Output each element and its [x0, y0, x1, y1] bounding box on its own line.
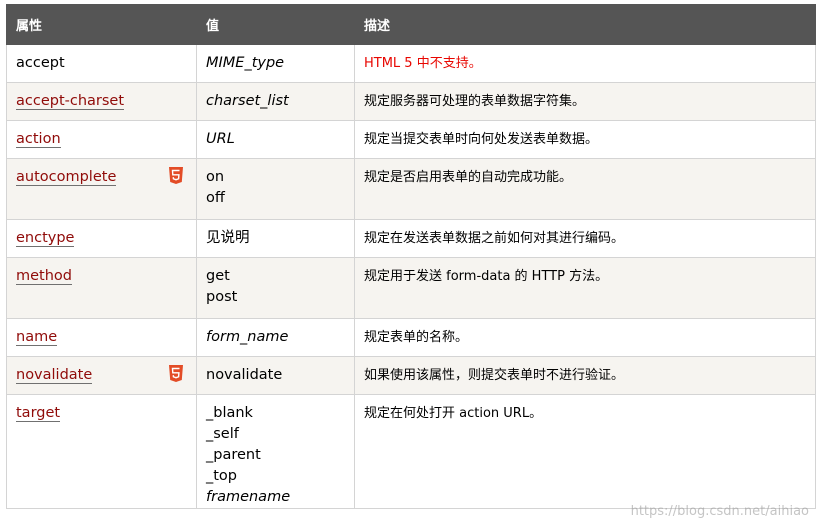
- attribute-link-target[interactable]: target: [16, 405, 61, 422]
- attribute-link-action[interactable]: action: [16, 131, 61, 148]
- attribute-link-autocomplete[interactable]: autocomplete: [16, 169, 117, 186]
- attribute-link-method[interactable]: method: [16, 268, 72, 285]
- attribute-link-novalidate[interactable]: novalidate: [16, 367, 93, 384]
- header-attribute: 属性: [6, 4, 197, 45]
- attribute-table-container: 属性 值 描述 accept MIME_type HTML 5 中不支持。 accep…: [6, 4, 816, 509]
- description-text: 规定当提交表单时向何处发送表单数据。: [364, 132, 599, 147]
- description-cell: 规定当提交表单时向何处发送表单数据。: [354, 120, 816, 159]
- value-cell: 见说明: [196, 219, 355, 258]
- html5-badge-icon: [169, 167, 183, 184]
- value-cell: charset_list: [196, 82, 355, 121]
- value-text: post: [206, 289, 238, 305]
- attribute-name-accept: accept: [16, 55, 65, 71]
- description-text: 规定用于发送 form-data 的 HTTP 方法。: [364, 269, 609, 284]
- description-cell: 规定用于发送 form-data 的 HTTP 方法。: [354, 257, 816, 319]
- table-row: autocomplete on off 规定是否启用表单的自动完成功能。: [6, 158, 816, 220]
- value-text: get: [206, 268, 230, 284]
- value-cell: form_name: [196, 318, 355, 357]
- value-text: _blank: [206, 405, 253, 421]
- value-text: framename: [206, 489, 291, 505]
- table-row: enctype 见说明 规定在发送表单数据之前如何对其进行编码。: [6, 219, 816, 258]
- description-text: HTML 5 中不支持。: [364, 56, 482, 71]
- attribute-cell: accept: [6, 44, 197, 83]
- attribute-cell: name: [6, 318, 197, 357]
- description-cell: HTML 5 中不支持。: [354, 44, 816, 83]
- table-row: novalidate novalidate 如果使用该属性，则提交表单时不进行验证。: [6, 356, 816, 395]
- value-text: charset_list: [206, 93, 289, 109]
- attribute-cell: action: [6, 120, 197, 159]
- value-text: _top: [206, 468, 238, 484]
- attribute-cell: enctype: [6, 219, 197, 258]
- attribute-cell: accept-charset: [6, 82, 197, 121]
- value-text: on: [206, 169, 225, 185]
- description-text: 规定表单的名称。: [364, 330, 469, 345]
- table-row: accept-charset charset_list 规定服务器可处理的表单数据字…: [6, 82, 816, 121]
- attribute-link-enctype[interactable]: enctype: [16, 230, 75, 247]
- value-cell: novalidate: [196, 356, 355, 395]
- description-text: 规定在发送表单数据之前如何对其进行编码。: [364, 231, 625, 246]
- table-row: target _blank _self _parent _top framename 规定在…: [6, 394, 816, 509]
- description-cell: 规定表单的名称。: [354, 318, 816, 357]
- description-text: 如果使用该属性，则提交表单时不进行验证。: [364, 368, 625, 383]
- value-cell: _blank _self _parent _top framename: [196, 394, 355, 509]
- description-cell: 规定服务器可处理的表单数据字符集。: [354, 82, 816, 121]
- table-row: accept MIME_type HTML 5 中不支持。: [6, 44, 816, 83]
- value-cell: MIME_type: [196, 44, 355, 83]
- attribute-cell: novalidate: [6, 356, 197, 395]
- watermark: https://blog.csdn.net/aihiao: [630, 504, 809, 519]
- header-description: 描述: [354, 4, 816, 45]
- description-text: 规定在何处打开 action URL。: [364, 406, 543, 421]
- attribute-cell: target: [6, 394, 197, 509]
- value-text: form_name: [206, 329, 289, 345]
- value-cell: on off: [196, 158, 355, 220]
- description-text: 规定是否启用表单的自动完成功能。: [364, 170, 573, 185]
- attribute-cell: method: [6, 257, 197, 319]
- value-text: 见说明: [206, 230, 250, 246]
- value-text: novalidate: [206, 367, 283, 383]
- html5-badge-icon: [169, 365, 183, 382]
- value-text: URL: [206, 131, 235, 147]
- description-cell: 规定在发送表单数据之前如何对其进行编码。: [354, 219, 816, 258]
- attribute-cell: autocomplete: [6, 158, 197, 220]
- attribute-link-name[interactable]: name: [16, 329, 58, 346]
- description-text: 规定服务器可处理的表单数据字符集。: [364, 94, 586, 109]
- value-text: _parent: [206, 447, 261, 463]
- table-row: action URL 规定当提交表单时向何处发送表单数据。: [6, 120, 816, 159]
- value-text: _self: [206, 426, 239, 442]
- value-cell: get post: [196, 257, 355, 319]
- table-row: name form_name 规定表单的名称。: [6, 318, 816, 357]
- header-value: 值: [196, 4, 355, 45]
- table-header-row: 属性 值 描述: [6, 4, 816, 45]
- description-cell: 规定是否启用表单的自动完成功能。: [354, 158, 816, 220]
- description-cell: 规定在何处打开 action URL。: [354, 394, 816, 509]
- value-text: MIME_type: [206, 55, 285, 71]
- table-row: method get post 规定用于发送 form-data 的 HTTP 方法。: [6, 257, 816, 319]
- form-attributes-table: 属性 值 描述 accept MIME_type HTML 5 中不支持。 accep…: [6, 4, 816, 509]
- value-cell: URL: [196, 120, 355, 159]
- attribute-link-accept-charset[interactable]: accept-charset: [16, 93, 125, 110]
- value-text: off: [206, 190, 225, 206]
- description-cell: 如果使用该属性，则提交表单时不进行验证。: [354, 356, 816, 395]
